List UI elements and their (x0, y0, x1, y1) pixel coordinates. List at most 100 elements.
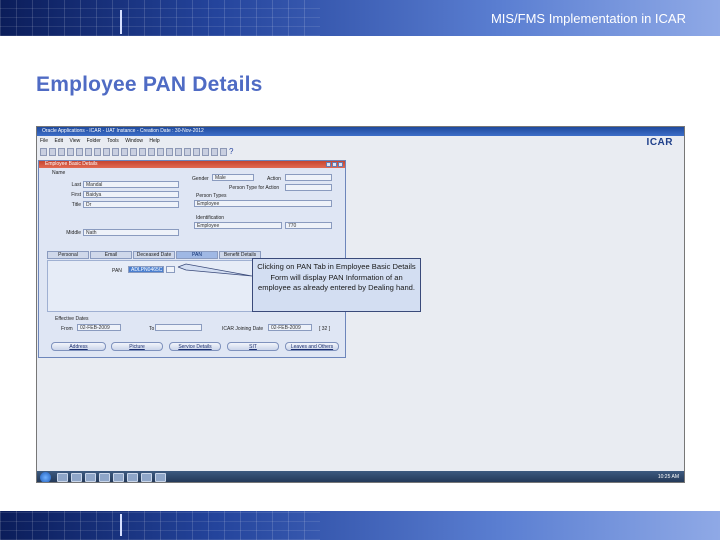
gender-select[interactable]: Male (212, 174, 254, 181)
menu-file[interactable]: File (40, 138, 48, 144)
explorer-icon[interactable] (57, 473, 68, 482)
menu-help[interactable]: Help (149, 138, 159, 144)
copy-icon[interactable] (94, 148, 101, 156)
pan-label: PAN (112, 268, 122, 274)
form-window-controls (326, 162, 343, 167)
title-label: Title (71, 202, 81, 208)
icar-logo: ICAR (646, 137, 673, 148)
from-date-field[interactable]: 02-FEB-2009 (77, 324, 121, 331)
minimize-icon[interactable] (326, 162, 331, 167)
word-icon[interactable] (113, 473, 124, 482)
employee-number-field[interactable]: 770 (285, 222, 332, 229)
person-types-label: Person Types (196, 193, 227, 199)
pan-extra-field[interactable] (166, 266, 175, 273)
banner-divider (120, 10, 122, 34)
identification-label: Identification (196, 215, 225, 221)
toolbar: ? (40, 148, 233, 159)
start-button-icon[interactable] (40, 472, 51, 482)
forward-icon[interactable] (139, 148, 146, 156)
taskbar-apps (57, 473, 166, 482)
sit-button[interactable]: SIT (227, 342, 279, 351)
calendar-icon[interactable] (211, 148, 218, 156)
back-icon[interactable] (130, 148, 137, 156)
form-title-bar: Employee Basic Details (39, 161, 345, 168)
title-field[interactable]: Dr (83, 201, 179, 208)
menu-folder[interactable]: Folder (87, 138, 101, 144)
zoom-icon[interactable] (184, 148, 191, 156)
footer-grid-pattern (0, 511, 320, 540)
list-icon[interactable] (220, 148, 227, 156)
middle-name-field[interactable]: Nath (83, 229, 179, 236)
print-icon[interactable] (67, 148, 74, 156)
delete-icon[interactable] (121, 148, 128, 156)
folder-icon[interactable] (166, 148, 173, 156)
last-name-label: Last (71, 182, 81, 188)
maximize-icon[interactable] (332, 162, 337, 167)
attach-icon[interactable] (157, 148, 164, 156)
banner-grid-pattern (0, 0, 320, 36)
presentation-title: MIS/FMS Implementation in ICAR (490, 11, 686, 26)
name-section-label: Name (52, 170, 66, 176)
tab-deceased-date[interactable]: Deceased Date (133, 251, 175, 259)
footer-banner (0, 511, 720, 540)
tab-personal[interactable]: Personal (47, 251, 89, 259)
browser-icon[interactable] (71, 473, 82, 482)
close-form-icon[interactable] (76, 148, 83, 156)
media-icon[interactable] (85, 473, 96, 482)
joining-date-field[interactable]: 02-FEB-2009 (268, 324, 312, 331)
tab-email[interactable]: Email (90, 251, 132, 259)
middle-name-label: Middle (66, 230, 81, 236)
save-icon[interactable] (58, 148, 65, 156)
person-type-field[interactable]: Employee (194, 200, 332, 207)
last-name-field[interactable]: Mandal (83, 181, 179, 188)
header-banner: MIS/FMS Implementation in ICAR (0, 0, 720, 36)
joining-date-label: ICAR Joining Date (222, 326, 264, 332)
effective-dates-label: Effective Dates (55, 316, 89, 322)
picture-button[interactable]: Picture (111, 342, 163, 351)
to-date-field[interactable] (155, 324, 202, 331)
translate-icon[interactable] (193, 148, 200, 156)
person-type-for-action-field[interactable] (285, 184, 332, 191)
service-details-button[interactable]: Service Details (169, 342, 221, 351)
app-icon[interactable] (141, 473, 152, 482)
address-button[interactable]: Address (51, 342, 106, 351)
window-icon[interactable] (202, 148, 209, 156)
window-title: Oracle Applications - ICAR - UAT Instanc… (37, 127, 684, 136)
close-icon[interactable] (338, 162, 343, 167)
first-name-field[interactable]: Baidya (83, 191, 179, 198)
identification-select[interactable]: Employee (194, 222, 282, 229)
windows-taskbar: 10:25 AM (37, 471, 684, 482)
excel-icon[interactable] (127, 473, 138, 482)
open-icon[interactable] (49, 148, 56, 156)
clear-icon[interactable] (112, 148, 119, 156)
java-icon[interactable] (155, 473, 166, 482)
menu-tools[interactable]: Tools (107, 138, 119, 144)
menu-window[interactable]: Window (125, 138, 143, 144)
menu-view[interactable]: View (69, 138, 80, 144)
person-type-for-action-label: Person Type for Action (229, 185, 280, 191)
find-icon[interactable] (148, 148, 155, 156)
callout-note: Clicking on PAN Tab in Employee Basic De… (252, 258, 421, 312)
action-label: Action (267, 176, 281, 182)
edit-icon[interactable] (175, 148, 182, 156)
paste-icon[interactable] (103, 148, 110, 156)
cut-icon[interactable] (85, 148, 92, 156)
to-date-label: To (149, 326, 155, 332)
action-select[interactable] (285, 174, 332, 181)
help-icon[interactable]: ? (229, 148, 233, 156)
menu-bar: File Edit View Folder Tools Window Help … (37, 137, 684, 148)
footer-divider (120, 514, 122, 536)
pan-number-field[interactable]: ADLPN0465C (128, 266, 164, 273)
leaves-and-others-button[interactable]: Leaves and Others (285, 342, 339, 351)
gender-label: Gender (192, 176, 209, 182)
new-icon[interactable] (40, 148, 47, 156)
slide-heading: Employee PAN Details (36, 73, 263, 96)
from-date-label: From (61, 326, 73, 332)
menu-edit[interactable]: Edit (54, 138, 63, 144)
tab-pan[interactable]: PAN (176, 251, 218, 259)
folder-icon[interactable] (99, 473, 110, 482)
first-name-label: First (71, 192, 81, 198)
form-title: Employee Basic Details (45, 161, 98, 167)
joining-extra: [ 32 ] (319, 326, 331, 332)
taskbar-clock: 10:25 AM (657, 474, 679, 480)
